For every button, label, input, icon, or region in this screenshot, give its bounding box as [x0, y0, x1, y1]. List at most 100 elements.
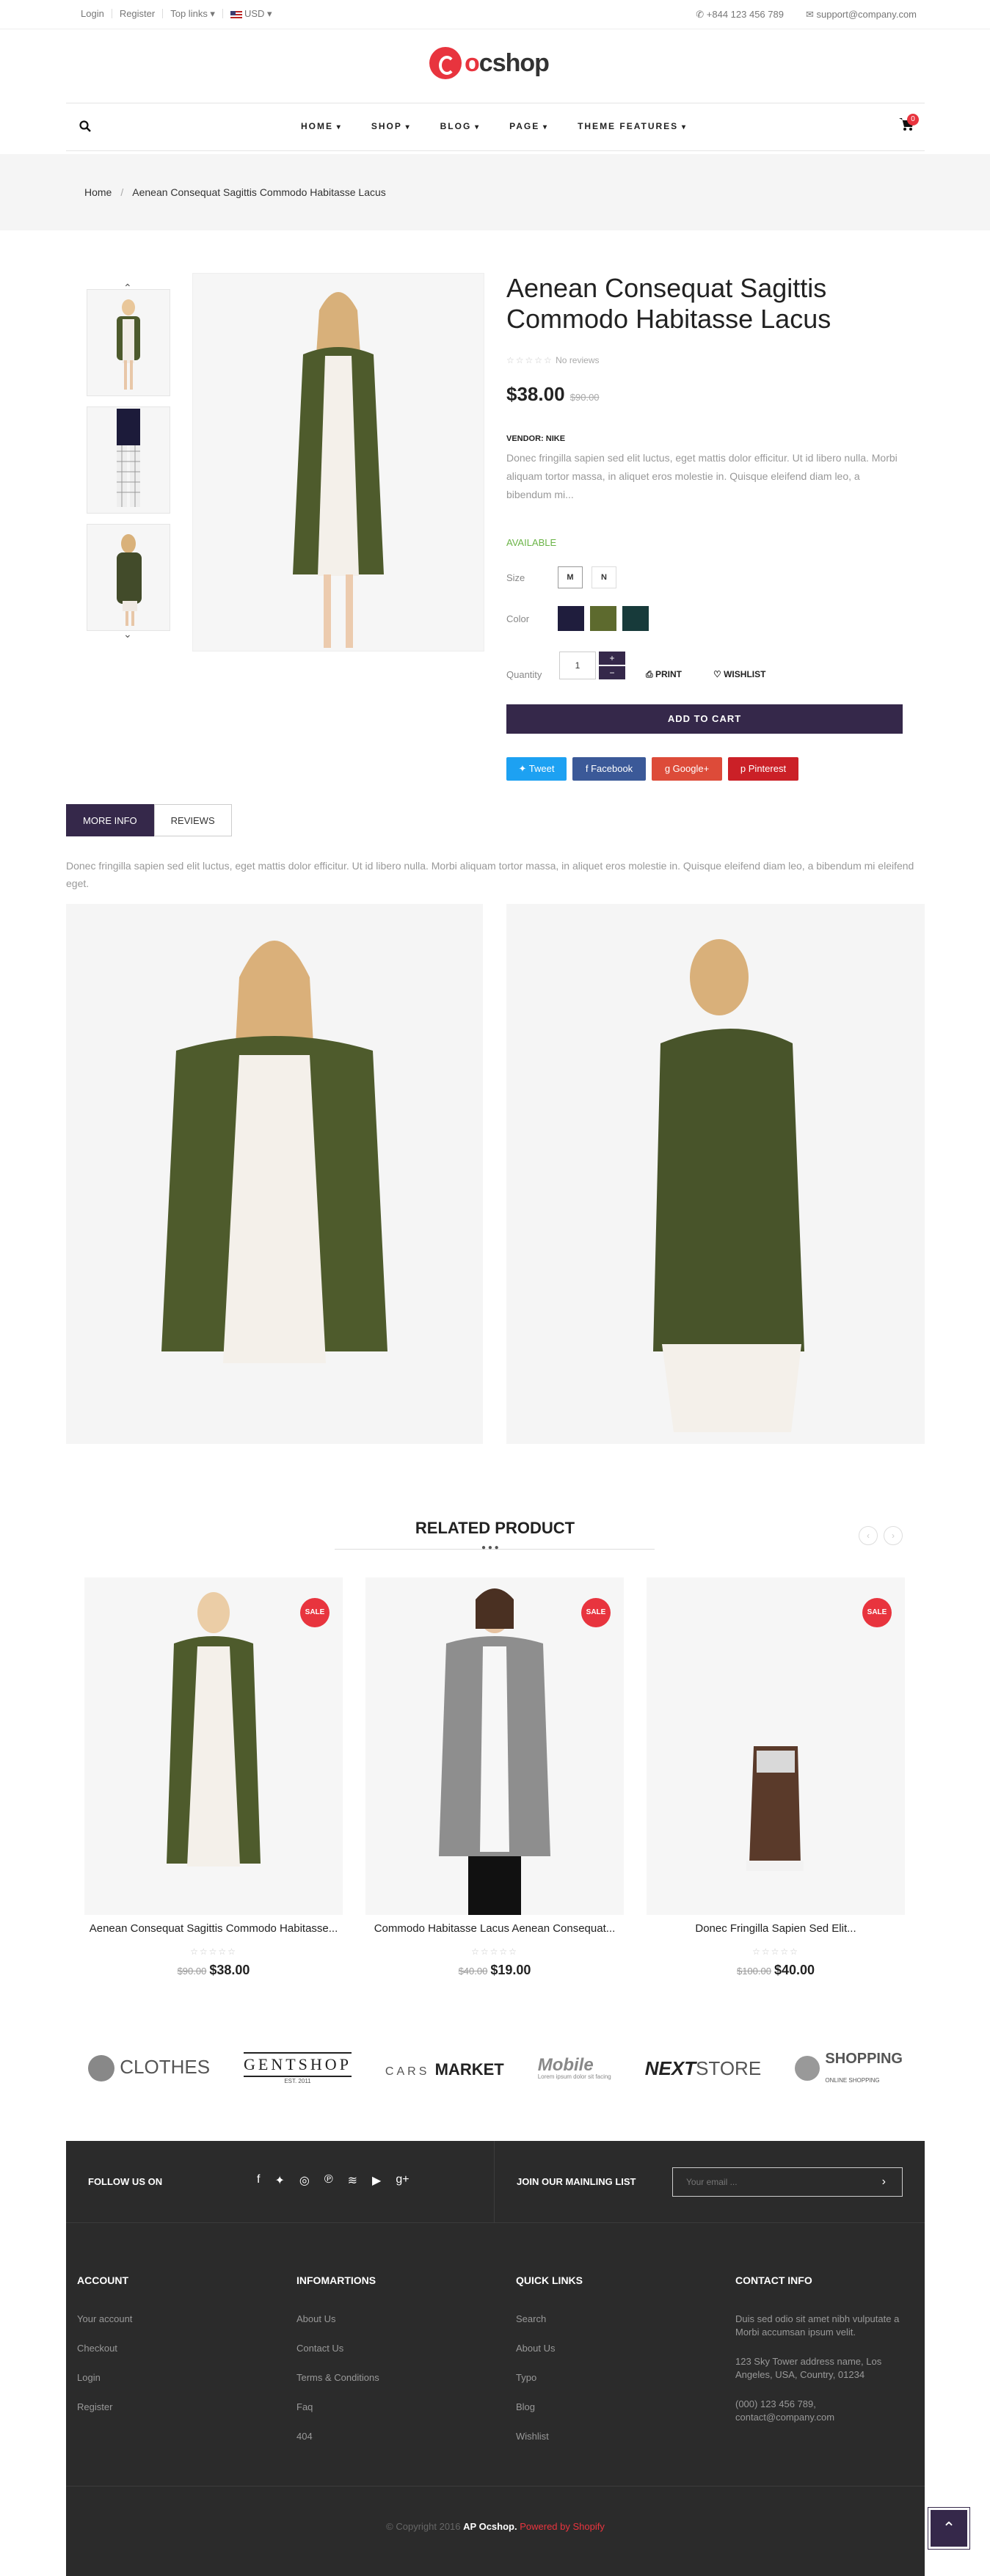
facebook-share-button[interactable]: f Facebook	[572, 757, 646, 781]
related-product-card-2[interactable]: SALE	[365, 1577, 624, 1915]
footer-link[interactable]: Blog	[516, 2401, 583, 2414]
footer-info: INFOMARTIONS About Us Contact Us Terms &…	[296, 2274, 379, 2459]
title-dots: ● ● ●	[481, 1544, 499, 1552]
carousel-prev-button[interactable]: ‹	[859, 1526, 878, 1545]
related-product-name[interactable]: Aenean Consequat Sagittis Commodo Habita…	[84, 1922, 343, 1935]
footer-link[interactable]: About Us	[516, 2342, 583, 2355]
footer-quick-title: QUICK LINKS	[516, 2274, 583, 2286]
instagram-icon[interactable]: ◎	[299, 2173, 310, 2188]
nav-theme-features[interactable]: THEME FEATURES	[578, 121, 687, 131]
detail-image-front	[66, 904, 483, 1444]
submit-arrow-icon[interactable]: ›	[882, 2168, 886, 2196]
email[interactable]: ✉ support@company.com	[806, 9, 917, 21]
newsletter-email-input[interactable]: Your email ... ›	[672, 2167, 903, 2197]
quantity-input[interactable]: 1	[559, 652, 596, 679]
footer-link[interactable]: Login	[77, 2371, 132, 2385]
back-to-top-button[interactable]: ⌃	[928, 2508, 969, 2549]
footer-link[interactable]: Faq	[296, 2401, 379, 2414]
footer-quick-links: QUICK LINKS Search About Us Typo Blog Wi…	[516, 2274, 583, 2459]
search-icon[interactable]	[79, 120, 91, 132]
contact-email[interactable]: contact@company.com	[735, 2411, 911, 2424]
main-product-image[interactable]	[192, 273, 484, 652]
nav-home[interactable]: HOME	[301, 121, 342, 131]
brand-shopping[interactable]: SHOPPING ONLINE SHOPPING	[795, 2051, 903, 2085]
contact-address: 123 Sky Tower address name, Los Angeles,…	[735, 2356, 882, 2380]
brand-clothes-label: CLOTHES	[120, 2055, 211, 2078]
brand-gentshop-label: GENTSHOP	[244, 2052, 352, 2077]
copyright-brand[interactable]: AP Ocshop.	[463, 2521, 517, 2532]
thumbnail-3[interactable]	[87, 524, 170, 631]
print-button[interactable]: ⎙ PRINT	[646, 669, 682, 680]
nav-blog[interactable]: BLOG	[440, 121, 480, 131]
related-product-card-1[interactable]: SALE	[84, 1577, 343, 1915]
google-plus-icon[interactable]: g+	[396, 2173, 409, 2188]
brand-logos: CLOTHES GENTSHOP EST. 2011 CARS MARKET Mo…	[88, 2051, 903, 2085]
reviews-count[interactable]: No reviews	[556, 355, 599, 365]
phone-text: +844 123 456 789	[706, 9, 784, 20]
price: $38.00	[209, 1963, 250, 1977]
footer-account-title: ACCOUNT	[77, 2274, 128, 2286]
nav-shop[interactable]: SHOP	[371, 121, 411, 131]
pinterest-icon[interactable]: ℗	[324, 2173, 333, 2188]
footer-link[interactable]: About Us	[296, 2313, 379, 2326]
related-product-card-3[interactable]: SALE	[647, 1577, 905, 1915]
breadcrumb-separator: /	[120, 186, 124, 198]
quantity-label: Quantity	[506, 669, 542, 680]
size-option-m[interactable]: M	[558, 566, 583, 588]
google-plus-share-button[interactable]: g Google+	[652, 757, 722, 781]
thumb-down-arrow-icon[interactable]: ⌄	[123, 628, 132, 641]
top-links-dropdown[interactable]: Top links ▾	[163, 9, 223, 18]
tweet-button[interactable]: ✦ Tweet	[506, 757, 567, 781]
wishlist-button[interactable]: ♡ WISHLIST	[713, 669, 765, 679]
powered-by[interactable]: Powered by Shopify	[520, 2521, 605, 2532]
pinterest-share-button[interactable]: p Pinterest	[728, 757, 798, 781]
login-link[interactable]: Login	[73, 9, 112, 18]
price: $40.00	[774, 1963, 815, 1977]
breadcrumb-home[interactable]: Home	[84, 186, 112, 198]
related-product-name[interactable]: Commodo Habitasse Lacus Aenean Consequat…	[365, 1922, 624, 1935]
currency-dropdown[interactable]: USD ▾	[223, 9, 280, 18]
cart-button[interactable]: 0	[898, 114, 919, 135]
footer-link[interactable]: Your account	[77, 2313, 132, 2326]
brand-market-label: MARKET	[434, 2059, 504, 2079]
brand-cars-market[interactable]: CARS MARKET	[385, 2057, 504, 2080]
brand-clothes[interactable]: CLOTHES	[88, 2055, 210, 2081]
add-to-cart-button[interactable]: ADD TO CART	[506, 704, 903, 734]
thumbnail-1[interactable]	[87, 289, 170, 396]
brand-nextstore[interactable]: NEXTSTORE	[645, 2057, 761, 2080]
thumbnail-2[interactable]	[87, 406, 170, 514]
footer-link[interactable]: Register	[77, 2401, 132, 2414]
logo-mark-icon	[429, 47, 462, 79]
color-swatch-teal[interactable]	[622, 606, 649, 631]
footer-link[interactable]: Typo	[516, 2371, 583, 2385]
carousel-next-button[interactable]: ›	[884, 1526, 903, 1545]
thumbnail-2-image	[117, 409, 140, 507]
related-product-name[interactable]: Donec Fringilla Sapien Sed Elit...	[647, 1922, 905, 1935]
product-tabs: MORE INFO REVIEWS	[66, 804, 232, 836]
logo[interactable]: ocshop	[429, 47, 550, 79]
facebook-icon[interactable]: f	[257, 2173, 260, 2188]
footer-link[interactable]: Search	[516, 2313, 583, 2326]
color-swatch-olive[interactable]	[590, 606, 616, 631]
quantity-increase-button[interactable]: +	[599, 652, 625, 665]
quantity-decrease-button[interactable]: −	[599, 666, 625, 679]
footer-link[interactable]: Terms & Conditions	[296, 2371, 379, 2385]
rss-icon[interactable]: ≋	[348, 2173, 357, 2188]
footer-link[interactable]: Checkout	[77, 2342, 132, 2355]
product-description: Donec fringilla sapien sed elit luctus, …	[506, 452, 898, 500]
brand-gentshop[interactable]: GENTSHOP EST. 2011	[244, 2052, 352, 2084]
footer-link[interactable]: Contact Us	[296, 2342, 379, 2355]
size-option-n[interactable]: N	[592, 566, 616, 588]
tab-more-info[interactable]: MORE INFO	[66, 804, 154, 836]
youtube-icon[interactable]: ▶	[372, 2173, 381, 2188]
tab-reviews[interactable]: REVIEWS	[153, 804, 232, 836]
footer-link[interactable]: 404	[296, 2430, 379, 2443]
related-product-3-image	[746, 1746, 804, 1871]
nav-page[interactable]: PAGE	[509, 121, 548, 131]
wishlist-label: WISHLIST	[724, 669, 766, 679]
color-swatch-navy[interactable]	[558, 606, 584, 631]
footer-link[interactable]: Wishlist	[516, 2430, 583, 2443]
register-link[interactable]: Register	[112, 9, 164, 18]
twitter-icon[interactable]: ✦	[274, 2173, 284, 2188]
brand-mobile[interactable]: Mobile Lorem ipsum dolor sit facing	[538, 2057, 611, 2080]
